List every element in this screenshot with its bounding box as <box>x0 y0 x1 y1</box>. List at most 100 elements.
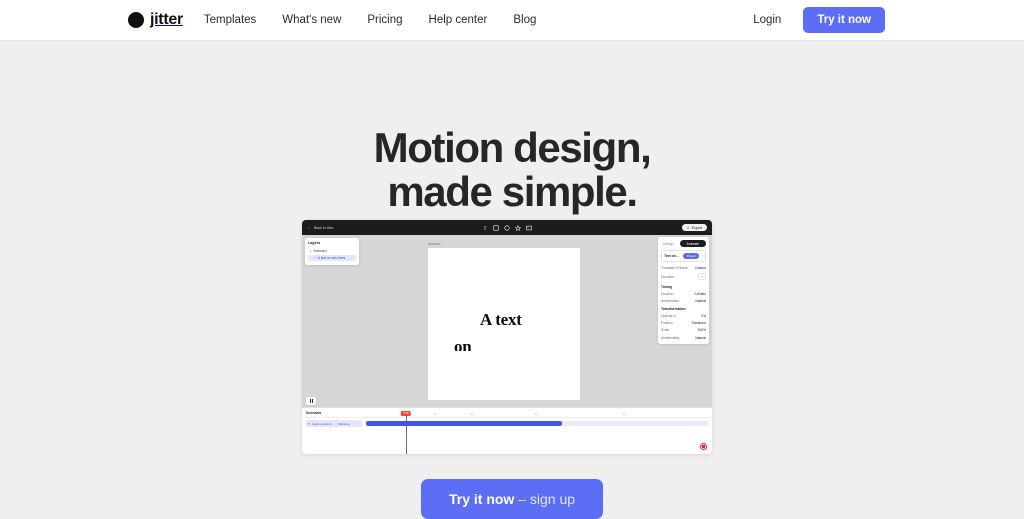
timeline-ruler[interactable]: 1s 2s 3s 4s <box>302 408 712 418</box>
page-title: Motion design, made simple. <box>0 124 1024 216</box>
try-it-now-button[interactable]: Try it now <box>803 7 885 33</box>
tab-animate[interactable]: Animate <box>679 240 706 247</box>
image-tool-icon[interactable] <box>526 225 532 231</box>
property-label: Position <box>661 321 673 326</box>
property-label: Acceleration <box>661 298 680 303</box>
top-navbar: jitter Templates What's new Pricing Help… <box>0 0 1024 41</box>
property-value: 100% <box>697 328 706 333</box>
tab-design[interactable]: Design <box>660 241 677 247</box>
timeline-clip-bar[interactable] <box>366 421 562 426</box>
nav-link-help-center[interactable]: Help center <box>429 14 488 26</box>
artboard[interactable]: A text on <box>428 247 580 400</box>
property-layer-header: Text on... Preset × <box>661 250 706 262</box>
layer-item-label: A text on two lines <box>317 255 346 260</box>
star-tool-icon[interactable] <box>515 224 521 231</box>
timeline-row-separator: | <box>335 421 337 426</box>
navbar-right-group: Login Try it now <box>753 7 885 33</box>
property-row[interactable]: Position Transform <box>661 320 706 327</box>
record-stop-square <box>702 445 705 448</box>
export-icon: ⇩ <box>686 225 690 230</box>
app-preview-mockup: ← Back to files T ⇩ Export Layers ▸ Artb… <box>302 220 712 454</box>
pause-icon <box>309 398 313 403</box>
primary-nav: Templates What's new Pricing Help center… <box>204 14 537 26</box>
canvas-text-line-2-clip: on <box>454 340 472 351</box>
nav-link-blog[interactable]: Blog <box>513 14 536 26</box>
timeline-tick: 2s <box>433 412 437 416</box>
chevron-right-icon: ▸ <box>310 249 312 254</box>
nav-link-pricing[interactable]: Pricing <box>367 14 402 26</box>
property-row[interactable]: Opacity In 0% <box>661 312 706 319</box>
property-section-title: Transformation <box>661 307 686 312</box>
property-row[interactable]: Direction ↕ <box>661 272 706 282</box>
circle-logo-icon <box>128 12 144 28</box>
property-value: ↕ <box>698 273 706 281</box>
app-body: Layers ▸ Artboard T A text on two lines … <box>302 235 712 407</box>
layer-item-text[interactable]: T A text on two lines <box>308 254 356 262</box>
hero-section: Motion design, made simple. ← Back to fi… <box>0 41 1024 519</box>
timeline-row-name: A text on two li... <box>311 421 334 426</box>
timeline-panel: Scenario 1s 2s 3s 4s 0:06 T A text on tw… <box>302 407 712 454</box>
property-value: 0,60sec <box>694 291 706 296</box>
player-bar <box>302 394 712 407</box>
headline-line-1: Motion design, <box>373 124 652 171</box>
pause-button[interactable] <box>306 396 316 405</box>
property-layer-name: Text on... <box>664 253 679 258</box>
nav-link-whats-new[interactable]: What's new <box>282 14 341 26</box>
timeline-tick: 4s <box>622 412 626 416</box>
nav-link-templates[interactable]: Templates <box>204 14 256 26</box>
property-value: Transform <box>691 321 706 326</box>
property-row[interactable]: Scale 100% <box>661 327 706 334</box>
property-label: Accelerating <box>661 335 680 340</box>
canvas-area: Artboard A text on <box>428 242 580 400</box>
login-link[interactable]: Login <box>753 14 781 26</box>
close-icon[interactable]: × <box>701 254 703 258</box>
timeline-tick: 3s <box>534 412 538 416</box>
property-value: 0% <box>701 313 706 318</box>
record-stop-button[interactable] <box>699 442 708 451</box>
navbar-left-group: jitter Templates What's new Pricing Help… <box>128 11 536 29</box>
property-value: Natural <box>695 335 706 340</box>
layers-panel: Layers ▸ Artboard T A text on two lines <box>305 238 359 266</box>
property-preset-badge[interactable]: Preset <box>683 253 700 259</box>
app-topbar: ← Back to files T ⇩ Export <box>302 220 712 235</box>
timeline-row-label[interactable]: T A text on two li... | Word up <box>306 420 362 427</box>
export-label: Export <box>691 225 702 230</box>
back-to-files-button[interactable]: ← Back to files <box>307 224 333 230</box>
jitter-logo[interactable]: jitter <box>128 11 183 29</box>
ellipse-tool-icon[interactable] <box>504 224 510 231</box>
properties-panel: Design Animate Text on... Preset × Trans… <box>658 237 709 345</box>
timeline-header: Scenario 1s 2s 3s 4s 0:06 <box>302 408 712 418</box>
hero-signup-button[interactable]: Try it now – sign up <box>420 479 604 519</box>
text-layer-icon: T <box>314 255 316 260</box>
hero-cta-light-label: – sign up <box>518 491 576 507</box>
property-label: Transition Presets <box>661 266 688 271</box>
canvas-text-line-2: on <box>454 339 472 351</box>
property-label: Direction <box>661 274 675 279</box>
app-tool-icons: T <box>482 224 532 231</box>
timeline-track[interactable] <box>366 421 709 426</box>
back-arrow-icon: ← <box>307 224 311 230</box>
property-row[interactable]: Duration 0,60sec <box>661 290 706 297</box>
rectangle-tool-icon[interactable] <box>493 224 499 231</box>
timeline-rows: T A text on two li... | Word up <box>302 418 712 427</box>
timeline-row-icon: T <box>308 421 310 426</box>
properties-tabs: Design Animate <box>661 240 706 247</box>
svg-text:T: T <box>483 226 486 230</box>
property-row[interactable]: Acceleration Natural <box>661 297 706 304</box>
artboard-text-layer: A text on <box>428 248 580 400</box>
timeline-row-subname: Word up <box>338 421 350 426</box>
hero-cta-wrapper: Try it now – sign up <box>0 479 1024 519</box>
timeline-tick: 1s <box>470 412 474 416</box>
export-button[interactable]: ⇩ Export <box>681 224 707 231</box>
timeline-row[interactable]: T A text on two li... | Word up <box>302 420 712 427</box>
property-value: Custom <box>694 266 706 271</box>
record-stop-icon <box>700 443 707 450</box>
property-label: Opacity In <box>661 313 676 318</box>
headline-line-2: made simple. <box>387 168 638 216</box>
property-row[interactable]: Transition Presets Custom <box>661 265 706 272</box>
property-value: Natural <box>695 298 706 303</box>
property-row[interactable]: Accelerating Natural <box>661 334 706 341</box>
artboard-label: Artboard <box>428 242 441 246</box>
layer-item-artboard[interactable]: ▸ Artboard <box>308 248 356 255</box>
text-tool-icon[interactable]: T <box>482 225 488 230</box>
